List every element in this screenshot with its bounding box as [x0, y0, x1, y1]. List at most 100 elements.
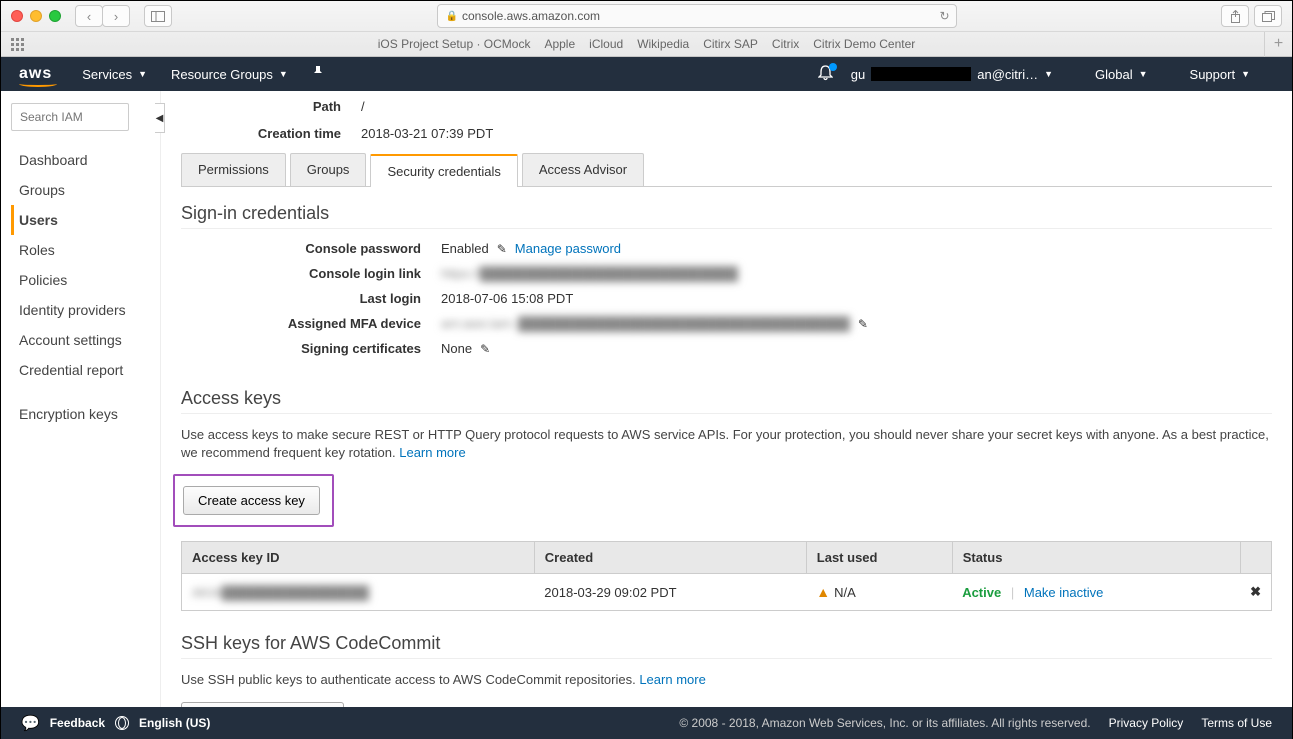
minimize-window-button[interactable] [30, 10, 42, 22]
apps-grid-icon[interactable] [11, 38, 24, 51]
sidebar-item-encryption-keys[interactable]: Encryption keys [11, 399, 150, 429]
ssh-keys-heading: SSH keys for AWS CodeCommit [181, 633, 1272, 659]
window-controls [11, 10, 61, 22]
url-text: console.aws.amazon.com [462, 9, 600, 23]
tabs-button[interactable] [1254, 5, 1282, 27]
edit-icon[interactable]: ✎ [858, 317, 868, 331]
key-created: 2018-03-29 09:02 PDT [534, 574, 806, 611]
make-inactive-link[interactable]: Make inactive [1024, 585, 1103, 600]
sidebar-item-dashboard[interactable]: Dashboard [11, 145, 150, 175]
aws-logo[interactable]: aws [19, 65, 52, 83]
sidebar-item-credential-report[interactable]: Credential report [11, 355, 150, 385]
globe-icon [115, 716, 129, 730]
lock-icon: 🔒 [446, 11, 458, 22]
feedback-link[interactable]: Feedback [50, 716, 105, 730]
sidebar-item-identity-providers[interactable]: Identity providers [11, 295, 150, 325]
bookmark-link[interactable]: iOS Project Setup · OCMock [378, 37, 531, 51]
bookmark-link[interactable]: Citrix [772, 37, 799, 51]
notifications-bell-icon[interactable] [818, 65, 833, 84]
collapse-sidebar-button[interactable]: ◀ [155, 103, 165, 133]
warning-icon: ▲ [816, 584, 830, 600]
bookmark-link[interactable]: Apple [544, 37, 575, 51]
console-password-value: Enabled [441, 241, 489, 256]
close-window-button[interactable] [11, 10, 23, 22]
mfa-value: arn:aws:iam::███████████████████████████… [441, 316, 850, 331]
tab-permissions[interactable]: Permissions [181, 153, 286, 186]
resource-groups-menu[interactable]: Resource Groups▼ [171, 67, 288, 82]
bookmark-link[interactable]: iCloud [589, 37, 623, 51]
edit-icon[interactable]: ✎ [497, 242, 507, 256]
notification-dot [829, 63, 837, 71]
creation-time-value: 2018-03-21 07:39 PDT [361, 126, 493, 141]
language-selector[interactable]: English (US) [139, 716, 210, 730]
support-menu[interactable]: Support▼ [1190, 67, 1250, 82]
feedback-icon: 💬 [21, 714, 40, 732]
key-status: Active [962, 585, 1001, 600]
region-menu[interactable]: Global▼ [1095, 67, 1148, 82]
col-access-key-id[interactable]: Access key ID [182, 542, 535, 574]
tab-access-advisor[interactable]: Access Advisor [522, 153, 644, 186]
path-label: Path [181, 99, 361, 114]
table-row: AKIA████████████████ 2018-03-29 09:02 PD… [182, 574, 1272, 611]
mfa-label: Assigned MFA device [181, 316, 441, 331]
bookmarks-bar: iOS Project Setup · OCMock Apple iCloud … [1, 31, 1292, 56]
back-button[interactable]: ‹ [75, 5, 103, 27]
last-login-label: Last login [181, 291, 441, 306]
creation-time-label: Creation time [181, 126, 361, 141]
access-key-id: AKIA████████████████ [192, 585, 369, 600]
terms-link[interactable]: Terms of Use [1201, 716, 1272, 730]
access-keys-description: Use access keys to make secure REST or H… [181, 426, 1272, 462]
sidebar-toggle-button[interactable] [144, 5, 172, 27]
upload-ssh-key-button[interactable]: Upload SSH public key [181, 702, 344, 707]
highlight-annotation: Create access key [173, 474, 334, 527]
key-last-used: N/A [834, 585, 856, 600]
login-link-value: https://████████████████████████████ [441, 266, 738, 281]
path-value: / [361, 99, 365, 114]
console-password-label: Console password [181, 241, 441, 256]
manage-password-link[interactable]: Manage password [515, 241, 621, 256]
url-bar[interactable]: 🔒 console.aws.amazon.com ↻ [437, 4, 957, 28]
signin-heading: Sign-in credentials [181, 203, 1272, 229]
new-tab-button[interactable]: + [1264, 32, 1292, 57]
access-keys-heading: Access keys [181, 388, 1272, 414]
learn-more-link[interactable]: Learn more [399, 445, 465, 460]
aws-top-nav: aws Services▼ Resource Groups▼ guan@citr… [1, 57, 1292, 91]
last-login-value: 2018-07-06 15:08 PDT [441, 291, 573, 306]
sidebar-item-policies[interactable]: Policies [11, 265, 150, 295]
browser-chrome: ‹ › 🔒 console.aws.amazon.com ↻ iOS Proje… [1, 1, 1292, 57]
search-input[interactable] [11, 103, 129, 131]
learn-more-link[interactable]: Learn more [639, 672, 705, 687]
copyright-text: © 2008 - 2018, Amazon Web Services, Inc.… [679, 716, 1090, 730]
signing-cert-label: Signing certificates [181, 341, 441, 356]
sidebar: Dashboard Groups Users Roles Policies Id… [1, 91, 161, 707]
sidebar-item-roles[interactable]: Roles [11, 235, 150, 265]
reload-icon[interactable]: ↻ [939, 9, 949, 23]
tab-groups[interactable]: Groups [290, 153, 367, 186]
account-menu[interactable]: guan@citri…▼ [851, 67, 1053, 82]
tab-security-credentials[interactable]: Security credentials [370, 154, 517, 187]
login-link-label: Console login link [181, 266, 441, 281]
delete-key-button[interactable]: ✖ [1250, 584, 1261, 599]
maximize-window-button[interactable] [49, 10, 61, 22]
sidebar-item-users[interactable]: Users [11, 205, 150, 235]
redacted-bar [871, 67, 971, 81]
create-access-key-button[interactable]: Create access key [183, 486, 320, 515]
services-menu[interactable]: Services▼ [82, 67, 147, 82]
sidebar-item-account-settings[interactable]: Account settings [11, 325, 150, 355]
pin-icon[interactable] [312, 66, 324, 83]
main-content: Path / Creation time 2018-03-21 07:39 PD… [161, 91, 1292, 707]
bookmark-link[interactable]: Citrix Demo Center [813, 37, 915, 51]
forward-button[interactable]: › [102, 5, 130, 27]
col-status[interactable]: Status [952, 542, 1240, 574]
bookmark-link[interactable]: Citirx SAP [703, 37, 758, 51]
ssh-description: Use SSH public keys to authenticate acce… [181, 671, 1272, 689]
col-last-used[interactable]: Last used [806, 542, 952, 574]
edit-icon[interactable]: ✎ [480, 342, 490, 356]
privacy-link[interactable]: Privacy Policy [1109, 716, 1184, 730]
tabs: Permissions Groups Security credentials … [181, 153, 1272, 187]
bookmark-link[interactable]: Wikipedia [637, 37, 689, 51]
col-created[interactable]: Created [534, 542, 806, 574]
aws-footer: 💬 Feedback English (US) © 2008 - 2018, A… [1, 707, 1292, 739]
sidebar-item-groups[interactable]: Groups [11, 175, 150, 205]
share-button[interactable] [1221, 5, 1249, 27]
